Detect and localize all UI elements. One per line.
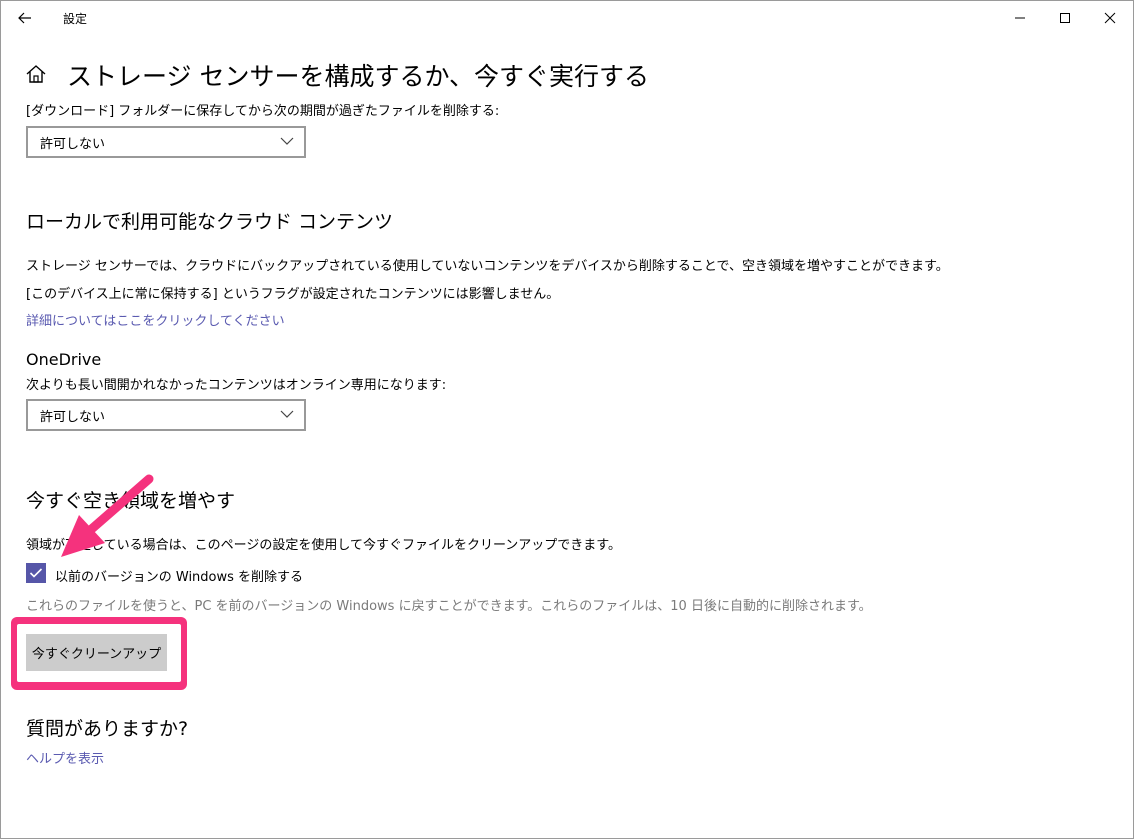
downloads-select-value: 許可しない: [40, 137, 106, 152]
help-title: 質問がありますか?: [26, 718, 189, 740]
free-space-description: 領域が不足している場合は、このページの設定を使用して今すぐファイルをクリーンアッ…: [26, 538, 622, 553]
onedrive-select[interactable]: 許可しない: [26, 399, 306, 431]
remove-previous-windows-checkbox[interactable]: [26, 563, 46, 583]
maximize-button[interactable]: [1042, 1, 1088, 35]
app-title: 設定: [63, 12, 88, 26]
downloads-select[interactable]: 許可しない: [26, 126, 306, 158]
onedrive-select-value: 許可しない: [40, 410, 106, 425]
settings-window: 設定 ストレージ センサーを構成するか、今すぐ実行する [ダウンロード] フォル…: [0, 0, 1134, 839]
downloads-label: [ダウンロード] フォルダーに保存してから次の期間が過ぎたファイルを削除する:: [26, 104, 500, 119]
home-icon[interactable]: [25, 63, 47, 85]
minimize-icon: [1015, 17, 1025, 19]
help-link[interactable]: ヘルプを表示: [26, 748, 104, 767]
cleanup-now-button[interactable]: 今すぐクリーンアップ: [26, 634, 167, 671]
free-space-title: 今すぐ空き領域を増やす: [26, 490, 236, 512]
onedrive-label: 次よりも長い間開かれなかったコンテンツはオンライン専用になります:: [26, 378, 447, 393]
onedrive-title: OneDrive: [26, 350, 102, 369]
title-bar: 設定: [1, 1, 1133, 35]
cloud-description-1: ストレージ センサーでは、クラウドにバックアップされている使用していないコンテン…: [26, 259, 949, 274]
checkmark-icon: [29, 568, 43, 578]
close-button[interactable]: [1087, 1, 1133, 35]
previous-windows-note: これらのファイルを使うと、PC を前のバージョンの Windows に戻すことが…: [26, 599, 872, 614]
back-button[interactable]: [5, 1, 45, 35]
minimize-button[interactable]: [997, 1, 1043, 35]
chevron-down-icon: [280, 410, 294, 418]
cloud-section-title: ローカルで利用可能なクラウド コンテンツ: [26, 211, 394, 233]
page-title: ストレージ センサーを構成するか、今すぐ実行する: [67, 62, 649, 91]
cloud-description-2: [このデバイス上に常に保持する] というフラグが設定されたコンテンツには影響しま…: [26, 287, 560, 302]
maximize-icon: [1060, 13, 1070, 23]
close-icon: [1104, 12, 1116, 24]
checkbox-label[interactable]: 以前のバージョンの Windows を削除する: [55, 566, 303, 585]
learn-more-link[interactable]: 詳細についてはここをクリックしてください: [26, 310, 285, 329]
back-arrow-icon: [18, 12, 31, 24]
chevron-down-icon: [280, 137, 294, 145]
